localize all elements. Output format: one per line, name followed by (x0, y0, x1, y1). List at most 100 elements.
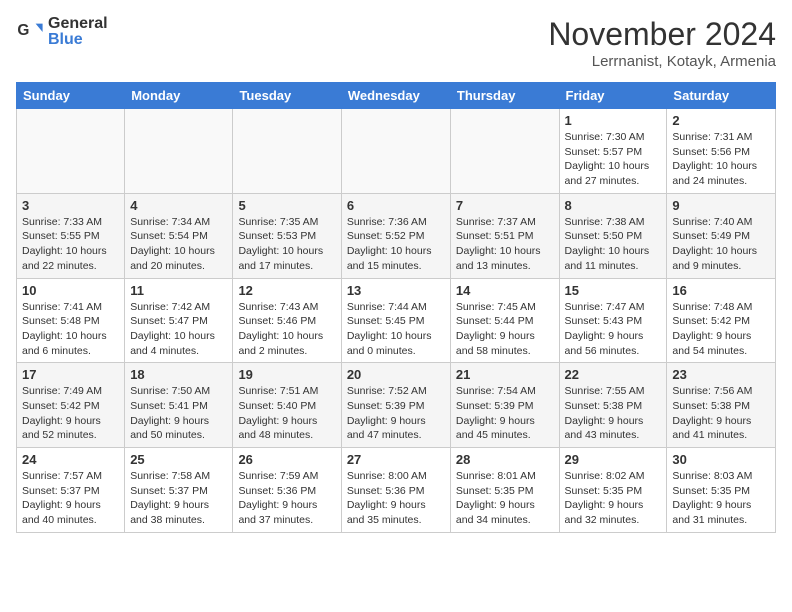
day-info: Sunrise: 7:47 AM Sunset: 5:43 PM Dayligh… (565, 300, 662, 359)
week-row-4: 17 Sunrise: 7:49 AM Sunset: 5:42 PM Dayli… (17, 363, 776, 448)
day-number: 15 (565, 283, 662, 298)
month-title: November 2024 (548, 16, 776, 53)
calendar-cell: 20Sunrise: 7:52 AM Sunset: 5:39 PM Dayli… (341, 363, 450, 448)
calendar-cell: 26 Sunrise: 7:59 AM Sunset: 5:36 PM Dayli… (233, 448, 341, 533)
day-number: 17 (22, 367, 119, 382)
calendar-cell: 23Sunrise: 7:56 AM Sunset: 5:38 PM Dayli… (667, 363, 776, 448)
calendar-cell: 28Sunrise: 8:01 AM Sunset: 5:35 PM Dayli… (450, 448, 559, 533)
day-header-sunday: Sunday (17, 83, 125, 109)
day-info: Sunrise: 7:45 AM Sunset: 5:44 PM Dayligh… (456, 300, 554, 359)
svg-text:G: G (17, 22, 29, 39)
day-number: 18 (130, 367, 227, 382)
calendar-cell (125, 109, 233, 194)
calendar-cell: 5 Sunrise: 7:35 AM Sunset: 5:53 PM Daylig… (233, 193, 341, 278)
day-number: 6 (347, 198, 445, 213)
calendar-cell: 14 Sunrise: 7:45 AM Sunset: 5:44 PM Dayli… (450, 278, 559, 363)
calendar-cell: 9Sunrise: 7:40 AM Sunset: 5:49 PM Daylig… (667, 193, 776, 278)
day-number: 2 (672, 113, 770, 128)
day-number: 14 (456, 283, 554, 298)
title-section: November 2024 Lerrnanist, Kotayk, Armeni… (548, 16, 776, 70)
calendar-cell: 8 Sunrise: 7:38 AM Sunset: 5:50 PM Daylig… (559, 193, 667, 278)
day-info: Sunrise: 7:42 AM Sunset: 5:47 PM Dayligh… (130, 300, 227, 359)
day-number: 1 (565, 113, 662, 128)
logo-blue: Blue (48, 32, 108, 48)
day-info: Sunrise: 7:43 AM Sunset: 5:46 PM Dayligh… (238, 300, 335, 359)
calendar-cell: 24 Sunrise: 7:57 AM Sunset: 5:37 PM Dayli… (17, 448, 125, 533)
day-info: Sunrise: 7:59 AM Sunset: 5:36 PM Dayligh… (238, 469, 335, 528)
logo-text: General Blue (48, 16, 108, 48)
day-info: Sunrise: 7:52 AM Sunset: 5:39 PM Dayligh… (347, 384, 445, 443)
day-info: Sunrise: 7:30 AM Sunset: 5:57 PM Dayligh… (565, 130, 662, 189)
week-row-2: 3 Sunrise: 7:33 AM Sunset: 5:55 PM Daylig… (17, 193, 776, 278)
calendar-cell: 18Sunrise: 7:50 AM Sunset: 5:41 PM Dayli… (125, 363, 233, 448)
day-number: 11 (130, 283, 227, 298)
calendar-cell: 30Sunrise: 8:03 AM Sunset: 5:35 PM Dayli… (667, 448, 776, 533)
calendar-cell: 6 Sunrise: 7:36 AM Sunset: 5:52 PM Daylig… (341, 193, 450, 278)
day-number: 25 (130, 452, 227, 467)
day-number: 8 (565, 198, 662, 213)
calendar-cell (341, 109, 450, 194)
day-number: 28 (456, 452, 554, 467)
calendar-header-row: SundayMondayTuesdayWednesdayThursdayFrid… (17, 83, 776, 109)
calendar-cell: 22 Sunrise: 7:55 AM Sunset: 5:38 PM Dayli… (559, 363, 667, 448)
logo-icon: G (16, 18, 44, 46)
day-header-saturday: Saturday (667, 83, 776, 109)
calendar-cell: 13 Sunrise: 7:44 AM Sunset: 5:45 PM Dayli… (341, 278, 450, 363)
day-info: Sunrise: 7:33 AM Sunset: 5:55 PM Dayligh… (22, 215, 119, 274)
day-info: Sunrise: 7:38 AM Sunset: 5:50 PM Dayligh… (565, 215, 662, 274)
day-header-thursday: Thursday (450, 83, 559, 109)
calendar-cell: 1 Sunrise: 7:30 AM Sunset: 5:57 PM Daylig… (559, 109, 667, 194)
day-number: 22 (565, 367, 662, 382)
calendar-cell: 25Sunrise: 7:58 AM Sunset: 5:37 PM Dayli… (125, 448, 233, 533)
day-info: Sunrise: 7:57 AM Sunset: 5:37 PM Dayligh… (22, 469, 119, 528)
calendar-cell (233, 109, 341, 194)
day-info: Sunrise: 8:03 AM Sunset: 5:35 PM Dayligh… (672, 469, 770, 528)
day-header-friday: Friday (559, 83, 667, 109)
day-number: 3 (22, 198, 119, 213)
day-header-tuesday: Tuesday (233, 83, 341, 109)
day-info: Sunrise: 7:37 AM Sunset: 5:51 PM Dayligh… (456, 215, 554, 274)
calendar-cell (17, 109, 125, 194)
calendar-cell: 19Sunrise: 7:51 AM Sunset: 5:40 PM Dayli… (233, 363, 341, 448)
calendar-cell: 29 Sunrise: 8:02 AM Sunset: 5:35 PM Dayli… (559, 448, 667, 533)
day-info: Sunrise: 7:40 AM Sunset: 5:49 PM Dayligh… (672, 215, 770, 274)
day-info: Sunrise: 7:35 AM Sunset: 5:53 PM Dayligh… (238, 215, 335, 274)
calendar-cell: 10 Sunrise: 7:41 AM Sunset: 5:48 PM Dayli… (17, 278, 125, 363)
day-info: Sunrise: 7:34 AM Sunset: 5:54 PM Dayligh… (130, 215, 227, 274)
day-header-monday: Monday (125, 83, 233, 109)
calendar-cell: 3 Sunrise: 7:33 AM Sunset: 5:55 PM Daylig… (17, 193, 125, 278)
day-info: Sunrise: 7:55 AM Sunset: 5:38 PM Dayligh… (565, 384, 662, 443)
day-info: Sunrise: 7:51 AM Sunset: 5:40 PM Dayligh… (238, 384, 335, 443)
calendar-cell: 2Sunrise: 7:31 AM Sunset: 5:56 PM Daylig… (667, 109, 776, 194)
day-number: 16 (672, 283, 770, 298)
day-number: 24 (22, 452, 119, 467)
day-number: 29 (565, 452, 662, 467)
day-number: 27 (347, 452, 445, 467)
calendar-cell: 7 Sunrise: 7:37 AM Sunset: 5:51 PM Daylig… (450, 193, 559, 278)
day-number: 7 (456, 198, 554, 213)
day-info: Sunrise: 8:02 AM Sunset: 5:35 PM Dayligh… (565, 469, 662, 528)
day-number: 13 (347, 283, 445, 298)
day-info: Sunrise: 7:49 AM Sunset: 5:42 PM Dayligh… (22, 384, 119, 443)
week-row-1: 1 Sunrise: 7:30 AM Sunset: 5:57 PM Daylig… (17, 109, 776, 194)
logo: G General Blue (16, 16, 108, 48)
calendar-cell: 11 Sunrise: 7:42 AM Sunset: 5:47 PM Dayli… (125, 278, 233, 363)
day-info: Sunrise: 7:41 AM Sunset: 5:48 PM Dayligh… (22, 300, 119, 359)
day-info: Sunrise: 7:44 AM Sunset: 5:45 PM Dayligh… (347, 300, 445, 359)
day-number: 26 (238, 452, 335, 467)
day-number: 4 (130, 198, 227, 213)
calendar-cell: 16 Sunrise: 7:48 AM Sunset: 5:42 PM Dayli… (667, 278, 776, 363)
day-number: 10 (22, 283, 119, 298)
calendar-cell: 17 Sunrise: 7:49 AM Sunset: 5:42 PM Dayli… (17, 363, 125, 448)
day-info: Sunrise: 7:36 AM Sunset: 5:52 PM Dayligh… (347, 215, 445, 274)
day-info: Sunrise: 8:00 AM Sunset: 5:36 PM Dayligh… (347, 469, 445, 528)
day-info: Sunrise: 7:54 AM Sunset: 5:39 PM Dayligh… (456, 384, 554, 443)
calendar-cell: 4 Sunrise: 7:34 AM Sunset: 5:54 PM Daylig… (125, 193, 233, 278)
calendar-cell: 27 Sunrise: 8:00 AM Sunset: 5:36 PM Dayli… (341, 448, 450, 533)
calendar-cell: 21Sunrise: 7:54 AM Sunset: 5:39 PM Dayli… (450, 363, 559, 448)
day-number: 5 (238, 198, 335, 213)
day-number: 12 (238, 283, 335, 298)
location: Lerrnanist, Kotayk, Armenia (548, 53, 776, 70)
day-number: 23 (672, 367, 770, 382)
day-info: Sunrise: 7:48 AM Sunset: 5:42 PM Dayligh… (672, 300, 770, 359)
